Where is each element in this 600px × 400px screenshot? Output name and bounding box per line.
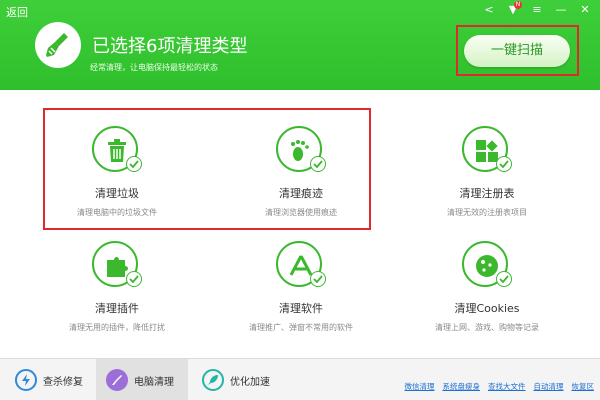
item-title: 清理垃圾 <box>95 187 139 200</box>
selected-check-icon <box>496 271 512 287</box>
tab-label: 电脑清理 <box>134 376 174 388</box>
wechat-clean-link[interactable]: 微信清理 <box>405 381 435 392</box>
tab-pc-cleanup[interactable]: 电脑清理 <box>96 359 188 400</box>
rocket-icon <box>202 369 224 391</box>
item-title: 清理软件 <box>279 302 323 315</box>
item-description: 清理上网、游戏、购物等记录 <box>435 323 539 332</box>
item-description: 清理推广、弹窗不常用的软件 <box>249 323 353 332</box>
one-click-scan-button[interactable]: 一键扫描 <box>464 35 570 67</box>
selected-check-icon <box>126 271 142 287</box>
header-banner: 返回 < ▼ N ≡ — ✕ 已选择6项清理类型 经常清理，让电脑保持最轻松的状态… <box>0 0 600 90</box>
shield-bolt-icon <box>15 369 37 391</box>
minimize-icon[interactable]: — <box>550 2 572 18</box>
recovery-zone-link[interactable]: 恢复区 <box>572 381 595 392</box>
scan-highlight-frame: 一键扫描 <box>456 25 579 76</box>
clean-registry-item[interactable]: 清理注册表 清理无效的注册表项目 <box>397 126 577 226</box>
window-controls: < ▼ N ≡ — ✕ <box>478 1 596 18</box>
clean-plugins-item[interactable]: 清理插件 清理无用的插件，降低打扰 <box>27 241 207 341</box>
clean-traces-item[interactable]: 清理痕迹 清理浏览器使用痕迹 <box>211 126 391 226</box>
broom-icon <box>106 369 128 391</box>
back-button[interactable]: 返回 <box>6 4 28 20</box>
selected-check-icon <box>126 156 142 172</box>
quick-links: 微信清理 系统盘瘦身 查找大文件 自动清理 恢复区 <box>405 381 595 392</box>
find-large-files-link[interactable]: 查找大文件 <box>488 381 526 392</box>
item-description: 清理电脑中的垃圾文件 <box>77 208 157 217</box>
selected-check-icon <box>310 156 326 172</box>
clean-software-item[interactable]: 清理软件 清理推广、弹窗不常用的软件 <box>211 241 391 341</box>
item-description: 清理无用的插件，降低打扰 <box>69 323 165 332</box>
clean-cookies-item[interactable]: 清理Cookies 清理上网、游戏、购物等记录 <box>397 241 577 341</box>
page-title: 已选择6项清理类型 <box>92 36 248 57</box>
system-disk-slim-link[interactable]: 系统盘瘦身 <box>443 381 481 392</box>
item-description: 清理浏览器使用痕迹 <box>265 208 337 217</box>
item-title: 清理注册表 <box>459 187 515 200</box>
clean-junk-item[interactable]: 清理垃圾 清理电脑中的垃圾文件 <box>27 126 207 226</box>
page-subtitle: 经常清理，让电脑保持最轻松的状态 <box>90 63 218 72</box>
close-icon[interactable]: ✕ <box>574 2 596 18</box>
item-title: 清理痕迹 <box>279 187 323 200</box>
item-title: 清理Cookies <box>454 302 520 315</box>
item-title: 清理插件 <box>95 302 139 315</box>
shirt-skin-icon[interactable]: ▼ N <box>502 1 524 18</box>
item-description: 清理无效的注册表项目 <box>447 208 527 217</box>
broom-icon <box>35 22 81 68</box>
auto-clean-link[interactable]: 自动清理 <box>534 381 564 392</box>
tab-scan-repair[interactable]: 查杀修复 <box>5 359 97 400</box>
tab-optimize-speedup[interactable]: 优化加速 <box>192 359 284 400</box>
new-badge: N <box>514 1 522 9</box>
share-icon[interactable]: < <box>478 2 500 18</box>
tab-label: 查杀修复 <box>43 376 83 388</box>
selected-check-icon <box>310 271 326 287</box>
menu-icon[interactable]: ≡ <box>526 2 548 18</box>
tab-label: 优化加速 <box>230 376 270 388</box>
selected-check-icon <box>496 156 512 172</box>
bottom-nav-bar: 查杀修复 电脑清理 优化加速 微信清理 系统盘瘦身 查找大文件 自动清理 恢复区 <box>0 358 600 400</box>
